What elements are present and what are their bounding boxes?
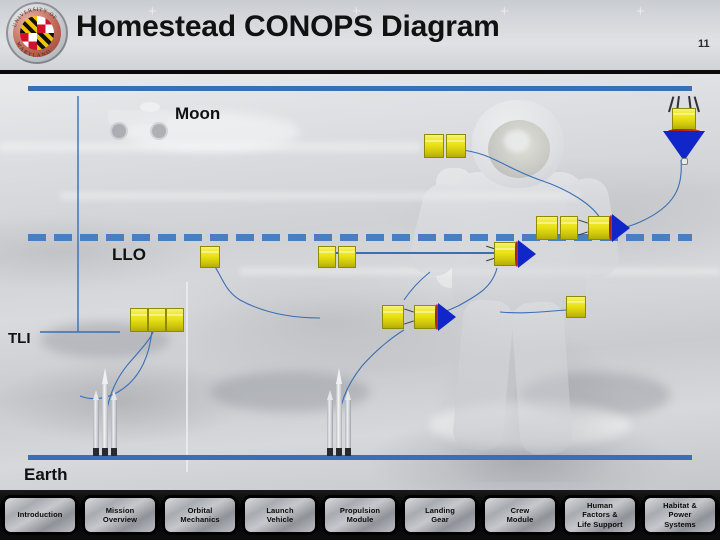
launch-vehicle-left	[86, 368, 124, 456]
bottom-navigation-bar: Introduction Mission Overview Orbital Mechan…	[0, 490, 720, 540]
engine-cone	[518, 240, 536, 268]
trajectory-paths	[40, 96, 682, 433]
lander-module	[672, 108, 696, 130]
header-divider	[0, 70, 720, 74]
llo-lander-descending	[486, 240, 538, 268]
llo-module-pair-mid	[318, 246, 358, 268]
engine-cone	[612, 214, 630, 242]
descent-engine-cone	[663, 131, 705, 161]
llo-module-single-left	[200, 246, 220, 268]
engine-cone	[438, 303, 456, 331]
nav-propulsion-module[interactable]: Propulsion Module	[322, 495, 398, 535]
nav-human-factors-life-support[interactable]: Human Factors & Life Support	[562, 495, 638, 535]
tli-stack-left	[130, 308, 184, 332]
nav-mission-overview[interactable]: Mission Overview	[82, 495, 158, 535]
page-number: 11	[698, 38, 710, 50]
nav-crew-module[interactable]: Crew Module	[482, 495, 558, 535]
tli-stack-mid	[382, 302, 458, 332]
nav-launch-vehicle[interactable]: Launch Vehicle	[242, 495, 318, 535]
presentation-slide: Moon LLO TLI Earth + + + + UNIVERSITY OF…	[0, 0, 720, 540]
slide-header: + + + + UNIVERSITY OF MARYLAND Homestead…	[0, 0, 720, 72]
launch-vehicle-right	[320, 368, 358, 456]
nav-landing-gear[interactable]: Landing Gear	[402, 495, 478, 535]
llo-module-pair-upper	[424, 134, 468, 158]
tli-module-right	[566, 296, 586, 318]
lunar-lander	[663, 95, 705, 165]
university-of-maryland-seal-icon: UNIVERSITY OF MARYLAND	[6, 2, 68, 64]
nav-orbital-mechanics[interactable]: Orbital Mechanics	[162, 495, 238, 535]
llo-stack-right	[536, 214, 630, 242]
nav-habitat-power-systems[interactable]: Habitat & Power Systems	[642, 495, 718, 535]
nav-introduction[interactable]: Introduction	[2, 495, 78, 535]
page-title: Homestead CONOPS Diagram	[76, 10, 500, 43]
